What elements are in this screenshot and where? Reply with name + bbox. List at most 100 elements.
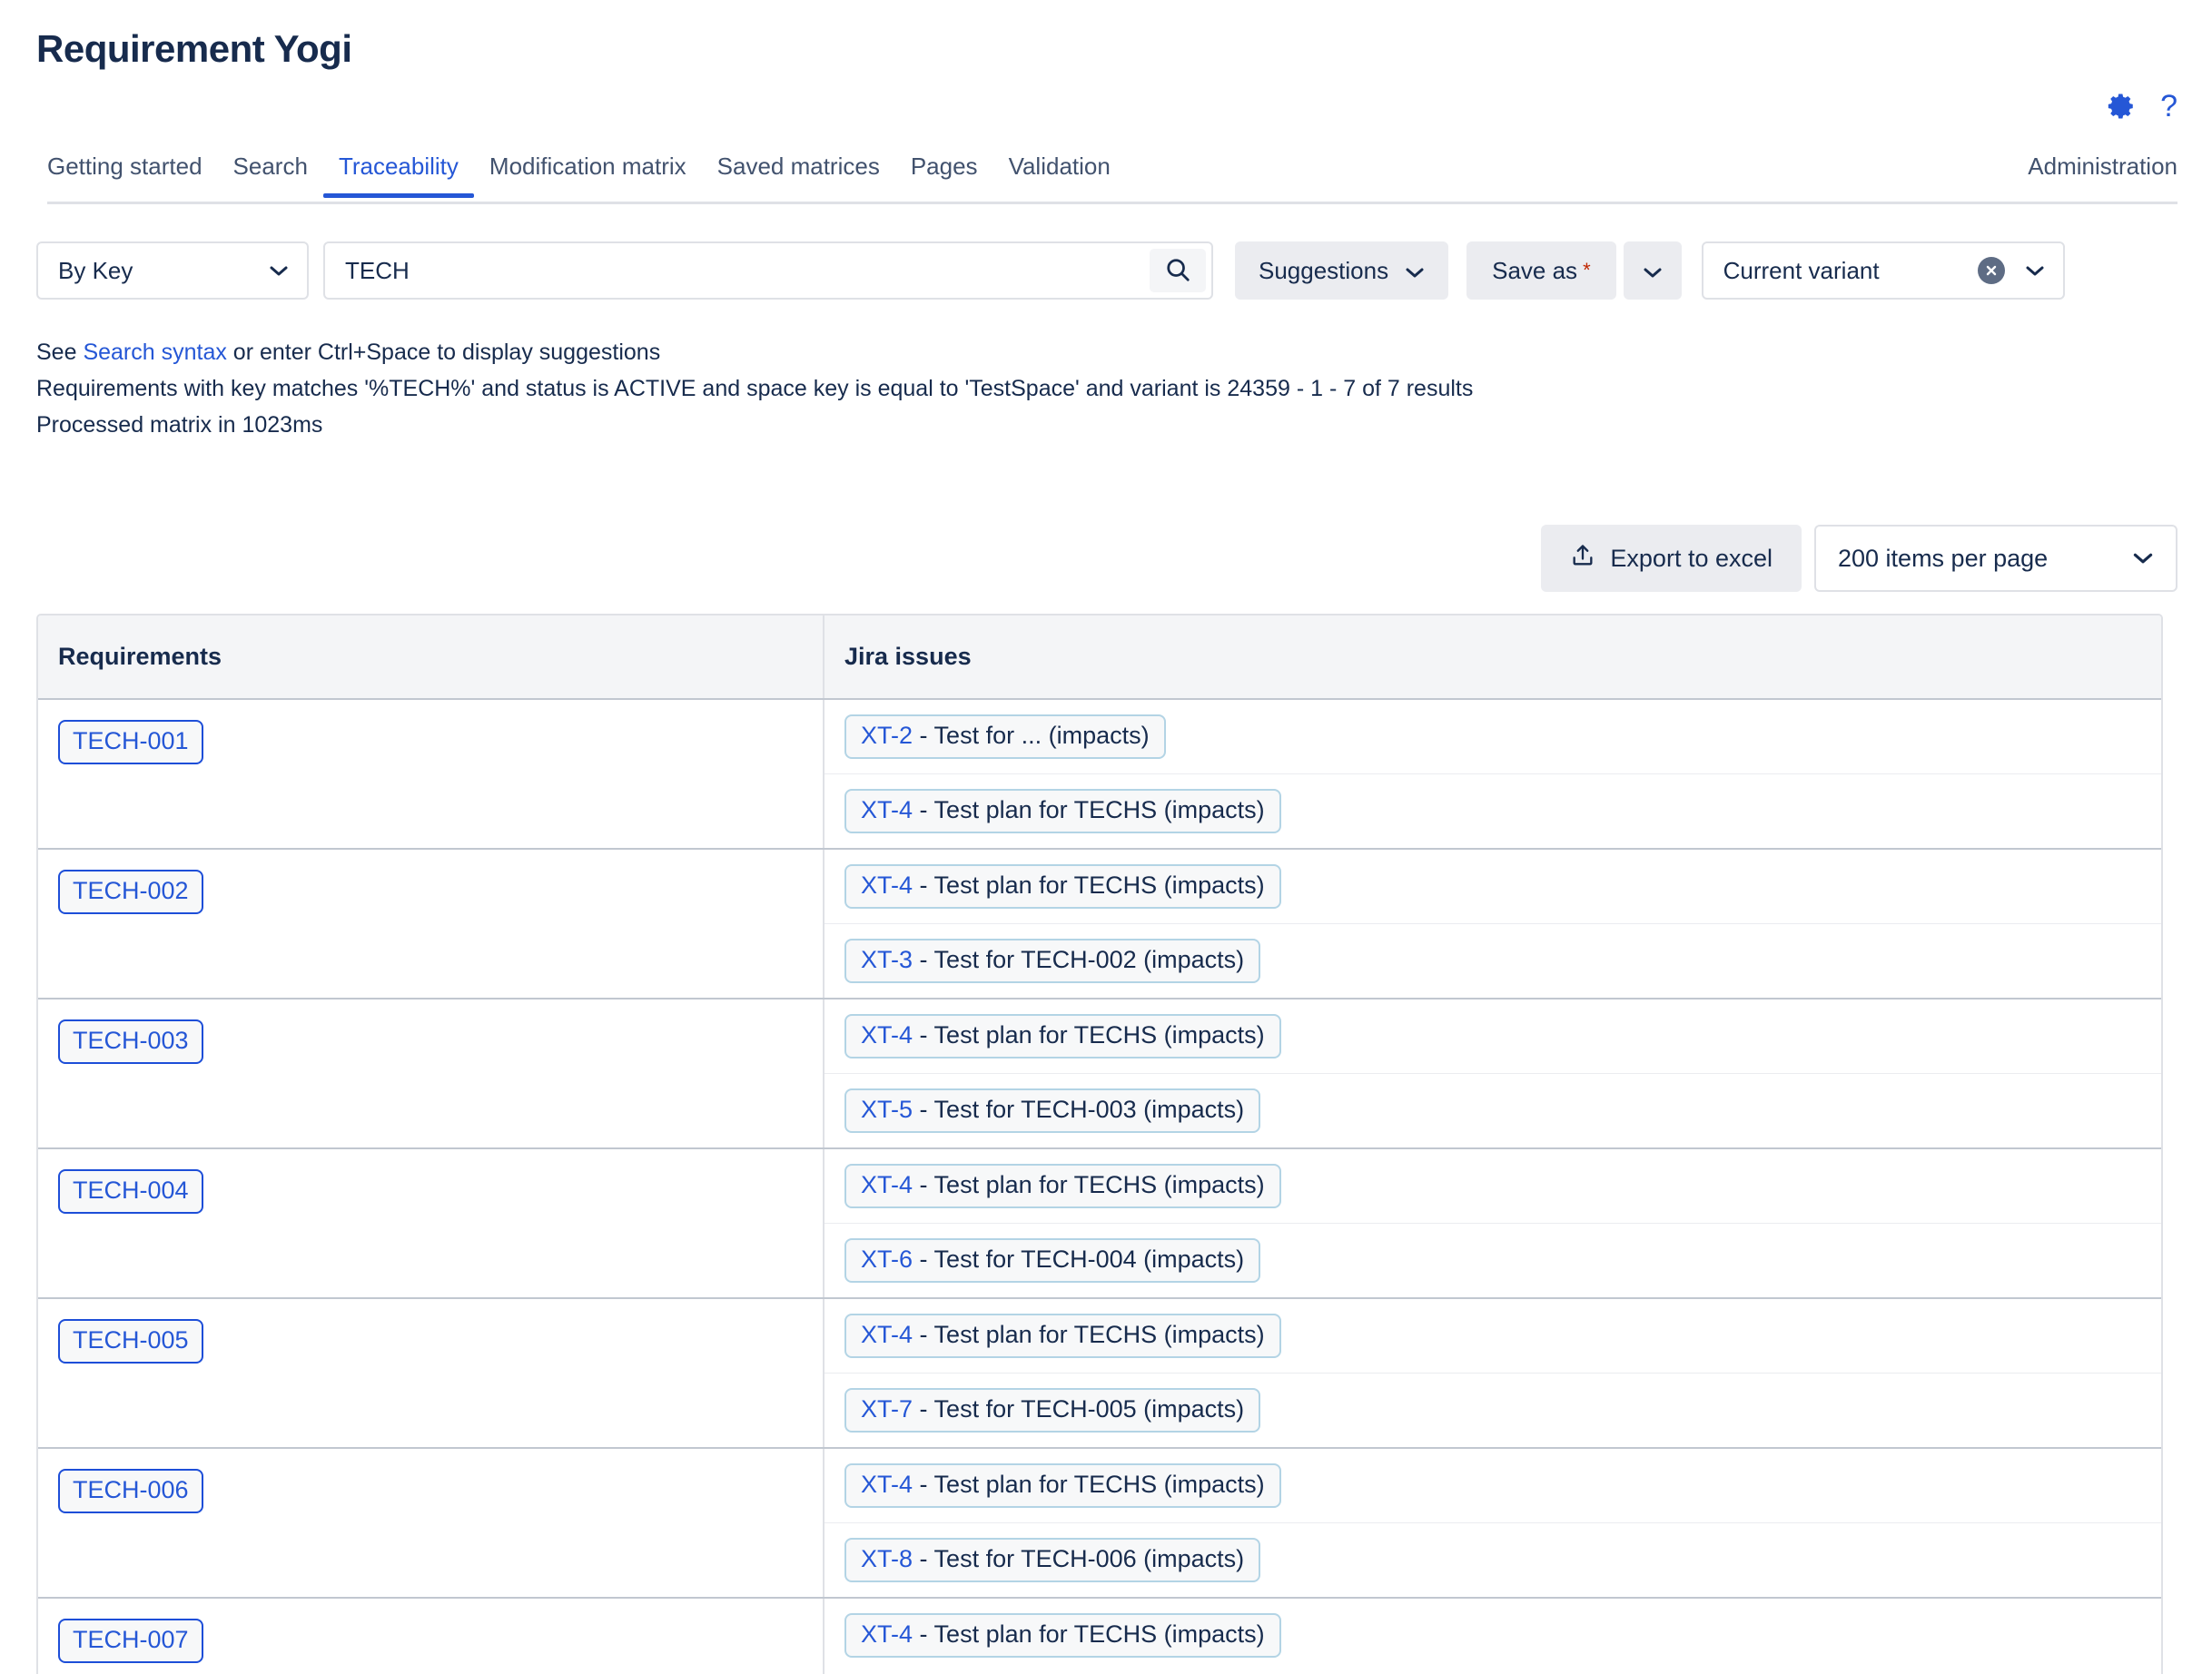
tab-search[interactable]: Search	[218, 153, 323, 197]
list-item: XT-5 - Test for TECH-003 (impacts)	[825, 1074, 2161, 1147]
jira-issue-relation: (impacts)	[1136, 946, 1245, 973]
chevron-down-icon	[269, 261, 289, 281]
jira-issue-summary: Test for ...	[933, 722, 1042, 749]
jira-issue-relation: (impacts)	[1157, 871, 1265, 899]
requirement-chip[interactable]: TECH-004	[58, 1169, 203, 1214]
search-syntax-link[interactable]: Search syntax	[83, 340, 226, 365]
jira-issue-key: XT-4	[861, 1321, 913, 1348]
jira-issue-relation: (impacts)	[1136, 1096, 1245, 1123]
save-as-label: Save as	[1492, 256, 1578, 284]
app-root: Requirement Yogi ? Getting started Searc…	[0, 0, 2212, 1674]
tab-validation[interactable]: Validation	[993, 153, 1126, 197]
requirement-chip[interactable]: TECH-002	[58, 870, 203, 914]
jira-issue-chip[interactable]: XT-4 - Test plan for TECHS (impacts)	[844, 1613, 1281, 1658]
jira-issue-relation: (impacts)	[1136, 1395, 1245, 1423]
chevron-down-icon	[2132, 548, 2154, 568]
items-per-page-label: 200 items per page	[1838, 544, 2049, 572]
jira-issue-summary: Test plan for TECHS	[933, 1471, 1158, 1498]
jira-issue-chip[interactable]: XT-8 - Test for TECH-006 (impacts)	[844, 1538, 1261, 1582]
requirement-chip[interactable]: TECH-003	[58, 1019, 203, 1064]
main-tabs: Getting started Search Traceability Modi…	[0, 153, 2212, 204]
save-as-dropdown-button[interactable]	[1623, 241, 1682, 300]
administration-link[interactable]: Administration	[2028, 153, 2177, 197]
list-item: XT-8 - Test for TECH-006 (impacts)	[825, 1523, 2161, 1597]
search-submit-button[interactable]	[1150, 249, 1206, 292]
table-row: TECH-006 XT-4 - Test plan for TECHS (impa…	[38, 1449, 2161, 1599]
requirement-chip[interactable]: TECH-006	[58, 1469, 203, 1513]
table-row: TECH-005 XT-4 - Test plan for TECHS (impa…	[38, 1299, 2161, 1449]
export-to-excel-button[interactable]: Export to excel	[1541, 525, 1802, 592]
jira-issue-chip[interactable]: XT-4 - Test plan for TECHS (impacts)	[844, 864, 1281, 909]
tabbar-divider	[47, 202, 2177, 204]
requirement-chip[interactable]: TECH-007	[58, 1619, 203, 1663]
variant-select[interactable]: Current variant	[1701, 241, 2065, 300]
jira-issue-relation: (impacts)	[1136, 1246, 1245, 1273]
tab-saved-matrices[interactable]: Saved matrices	[702, 153, 895, 197]
jira-issue-chip[interactable]: XT-4 - Test plan for TECHS (impacts)	[844, 789, 1281, 833]
suggestions-button[interactable]: Suggestions	[1235, 241, 1449, 300]
jira-issue-key: XT-8	[861, 1545, 913, 1572]
items-per-page-select[interactable]: 200 items per page	[1814, 525, 2177, 592]
jira-issues-cell: XT-4 - Test plan for TECHS (impacts) XT-7…	[825, 1299, 2161, 1447]
save-as-button[interactable]: Save as *	[1466, 241, 1616, 300]
requirement-cell: TECH-007	[38, 1599, 825, 1674]
jira-issue-separator: -	[913, 1096, 934, 1123]
search-info-block: See Search syntax or enter Ctrl+Space to…	[36, 334, 1473, 443]
table-toolbar: Export to excel 200 items per page	[1541, 525, 2177, 592]
search-scope-select[interactable]: By Key	[36, 241, 309, 300]
jira-issue-chip[interactable]: XT-5 - Test for TECH-003 (impacts)	[844, 1088, 1261, 1133]
requirement-cell: TECH-005	[38, 1299, 825, 1447]
jira-issue-separator: -	[913, 1246, 934, 1273]
tab-pages[interactable]: Pages	[895, 153, 993, 197]
jira-issue-key: XT-4	[861, 1471, 913, 1498]
jira-issue-chip[interactable]: XT-4 - Test plan for TECHS (impacts)	[844, 1314, 1281, 1358]
jira-issue-chip[interactable]: XT-3 - Test for TECH-002 (impacts)	[844, 939, 1261, 983]
jira-issue-summary: Test plan for TECHS	[933, 1321, 1158, 1348]
clear-variant-icon[interactable]	[1977, 257, 2005, 284]
requirement-chip[interactable]: TECH-005	[58, 1319, 203, 1364]
list-item: XT-6 - Test for TECH-004 (impacts)	[825, 1224, 2161, 1297]
jira-issue-chip[interactable]: XT-2 - Test for ... (impacts)	[844, 714, 1166, 759]
jira-issue-separator: -	[913, 1620, 934, 1648]
search-syntax-hint: See Search syntax or enter Ctrl+Space to…	[36, 334, 1473, 370]
list-item: XT-2 - Test for ... (impacts)	[825, 700, 2161, 774]
jira-issue-chip[interactable]: XT-4 - Test plan for TECHS (impacts)	[844, 1463, 1281, 1508]
table-row: TECH-003 XT-4 - Test plan for TECHS (impa…	[38, 999, 2161, 1149]
jira-issue-key: XT-2	[861, 722, 913, 749]
jira-issue-separator: -	[913, 796, 934, 823]
requirement-cell: TECH-003	[38, 999, 825, 1147]
help-icon[interactable]: ?	[2160, 91, 2177, 122]
jira-issue-chip[interactable]: XT-6 - Test for TECH-004 (impacts)	[844, 1238, 1261, 1283]
jira-issue-key: XT-6	[861, 1246, 913, 1273]
jira-issue-summary: Test plan for TECHS	[933, 871, 1158, 899]
processing-time: Processed matrix in 1023ms	[36, 412, 323, 438]
chevron-down-icon	[1643, 257, 1663, 285]
jira-issues-cell: XT-4 - Test plan for TECHS (impacts) XT-3…	[825, 850, 2161, 998]
jira-issue-summary: Test for TECH-004	[933, 1246, 1137, 1273]
jira-issue-summary: Test for TECH-002	[933, 946, 1137, 973]
jira-issue-chip[interactable]: XT-4 - Test plan for TECHS (impacts)	[844, 1164, 1281, 1208]
jira-issue-summary: Test for TECH-006	[933, 1545, 1137, 1572]
search-toolbar: By Key Suggestions Save as *	[36, 241, 2065, 300]
tab-modification-matrix[interactable]: Modification matrix	[474, 153, 702, 197]
table-row: TECH-002 XT-4 - Test plan for TECHS (impa…	[38, 850, 2161, 999]
tab-getting-started[interactable]: Getting started	[47, 153, 218, 197]
jira-issues-cell: XT-4 - Test plan for TECHS (impacts) XT-8…	[825, 1449, 2161, 1597]
jira-issue-key: XT-4	[861, 796, 913, 823]
jira-issue-chip[interactable]: XT-4 - Test plan for TECHS (impacts)	[844, 1014, 1281, 1059]
search-input[interactable]	[323, 241, 1213, 300]
requirement-cell: TECH-001	[38, 700, 825, 848]
jira-issue-key: XT-4	[861, 1021, 913, 1049]
table-row: TECH-004 XT-4 - Test plan for TECHS (impa…	[38, 1149, 2161, 1299]
jira-issue-relation: (impacts)	[1136, 1545, 1245, 1572]
jira-issue-chip[interactable]: XT-7 - Test for TECH-005 (impacts)	[844, 1388, 1261, 1433]
requirement-chip[interactable]: TECH-001	[58, 720, 203, 764]
jira-issue-key: XT-4	[861, 1620, 913, 1648]
tab-traceability[interactable]: Traceability	[322, 153, 474, 198]
jira-issue-separator: -	[913, 1171, 934, 1198]
gear-icon[interactable]	[2106, 91, 2137, 122]
list-item: XT-4 - Test plan for TECHS (impacts)	[825, 850, 2161, 924]
jira-issue-relation: (impacts)	[1157, 1321, 1265, 1348]
upload-icon	[1570, 543, 1595, 575]
chevron-down-icon	[2025, 261, 2045, 281]
